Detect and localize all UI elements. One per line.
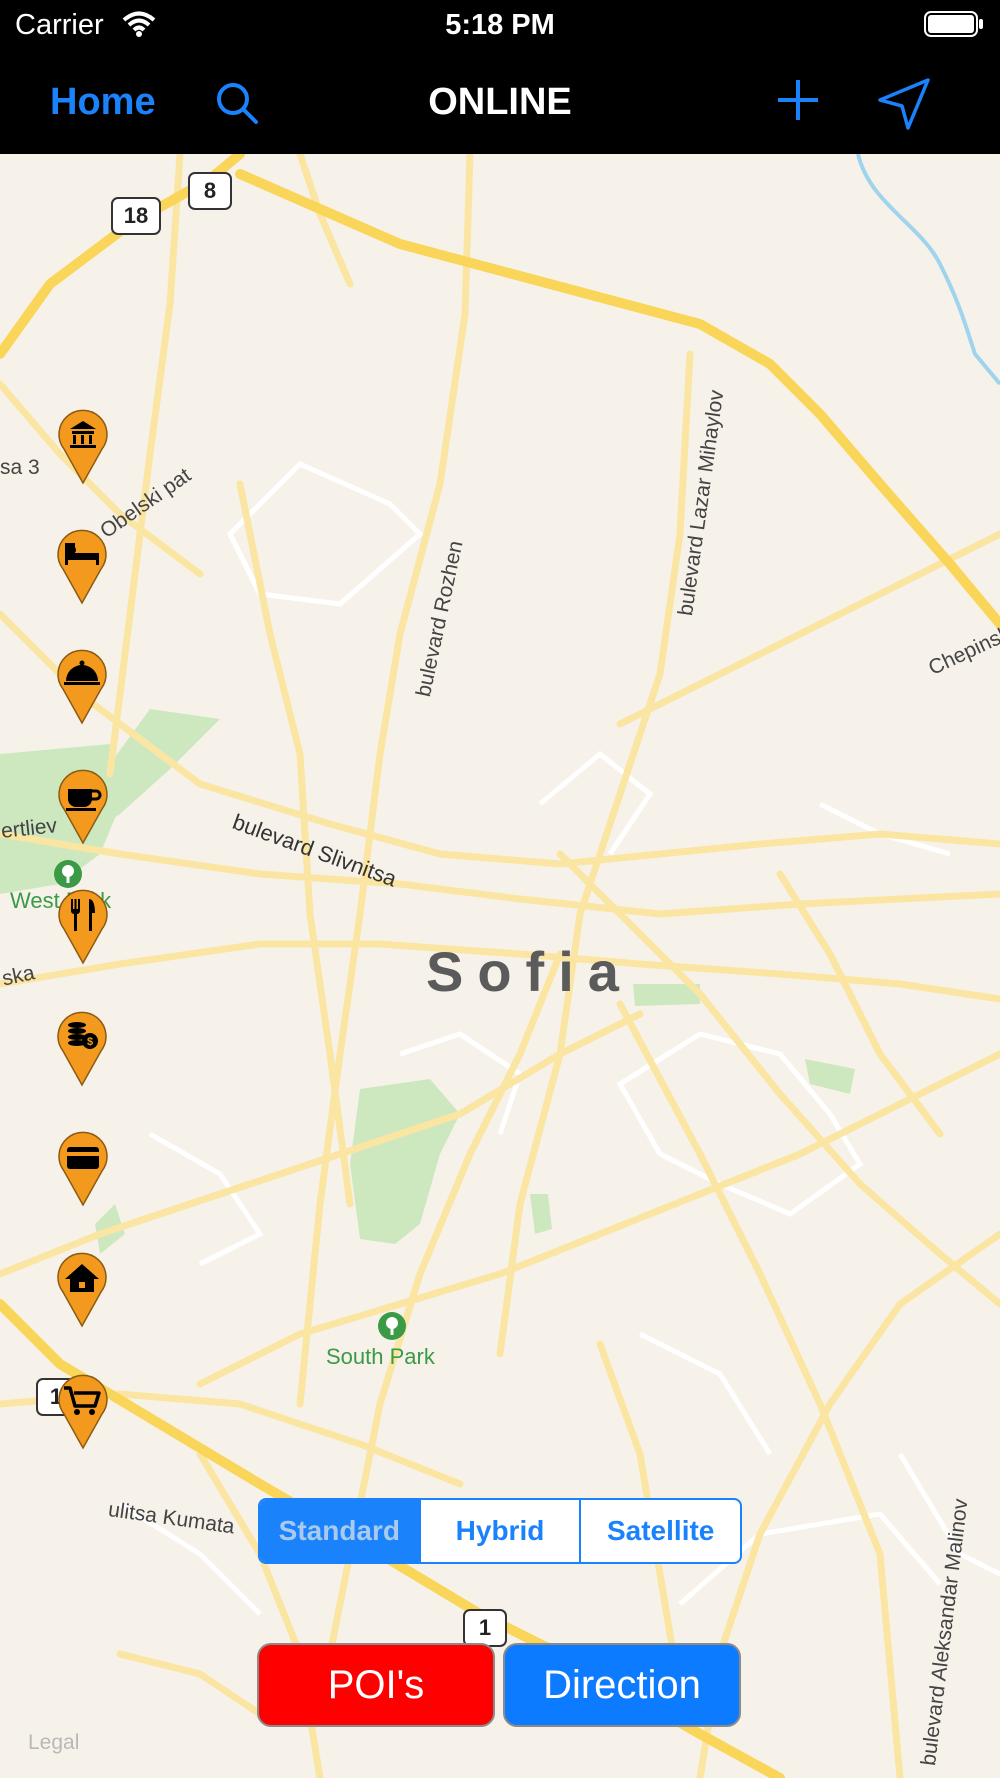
- map-type-standard[interactable]: Standard: [260, 1500, 419, 1562]
- clock: 5:18 PM: [445, 9, 555, 41]
- map-type-hybrid[interactable]: Hybrid: [418, 1500, 580, 1562]
- home-icon[interactable]: [55, 1252, 109, 1328]
- restaurant-icon[interactable]: [56, 889, 110, 965]
- direction-button[interactable]: Direction: [503, 1643, 741, 1727]
- road-shield: 8: [188, 172, 232, 210]
- shopping-cart-icon[interactable]: [56, 1374, 110, 1450]
- park-label-south: South Park: [326, 1344, 435, 1369]
- hotel-icon[interactable]: [55, 529, 109, 605]
- status-bar: Carrier 5:18 PM: [0, 0, 1000, 50]
- street-label: sa 3: [0, 456, 40, 479]
- legal-link[interactable]: Legal: [28, 1731, 79, 1755]
- museum-icon[interactable]: [56, 409, 110, 485]
- map-type-satellite[interactable]: Satellite: [579, 1500, 740, 1562]
- page-title: ONLINE: [428, 81, 572, 123]
- coffee-icon[interactable]: [56, 769, 110, 845]
- battery-icon: [924, 11, 983, 37]
- map-type-segmented-control[interactable]: Standard Hybrid Satellite: [258, 1498, 742, 1564]
- park-tree-icon: [378, 1312, 406, 1340]
- road-shield: 1: [463, 1609, 507, 1647]
- navigation-bar: Home ONLINE: [0, 50, 1000, 154]
- park-tree-icon: [54, 860, 82, 888]
- bank-icon[interactable]: $: [55, 1011, 109, 1087]
- svg-text:$: $: [87, 1036, 93, 1048]
- location-arrow-icon[interactable]: [876, 76, 932, 132]
- road-shield: 18: [111, 197, 161, 235]
- add-icon[interactable]: [776, 78, 820, 122]
- pois-button[interactable]: POI's: [257, 1643, 495, 1727]
- atm-card-icon[interactable]: [56, 1131, 110, 1207]
- food-cloche-icon[interactable]: [55, 649, 109, 725]
- city-label: Sofia: [426, 940, 633, 1003]
